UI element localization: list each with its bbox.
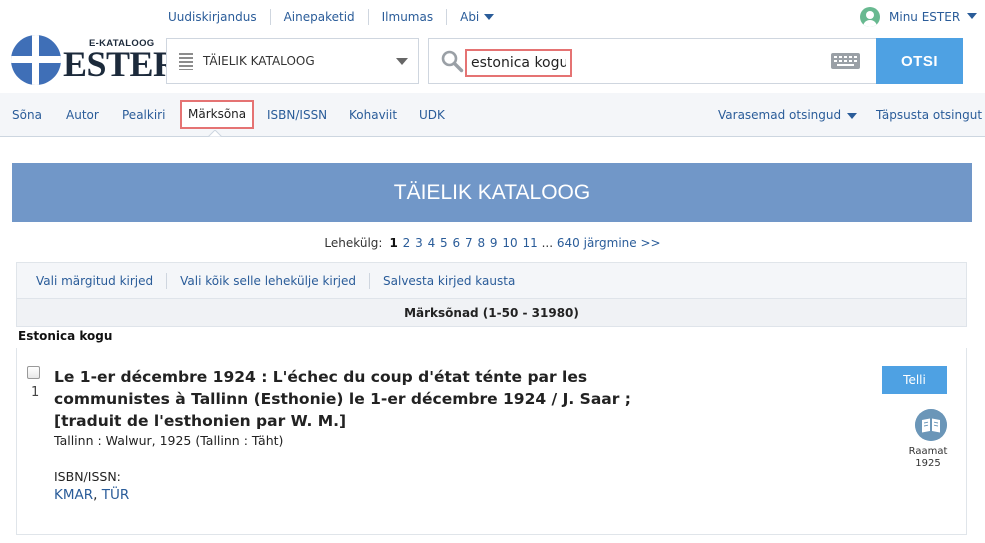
select-all-on-page-link[interactable]: Vali kõik selle lehekülje kirjed (167, 272, 371, 289)
page-link[interactable]: 2 (403, 236, 411, 250)
top-bar: Uudiskirjandus Ainepaketid Ilmumas Abi M… (0, 0, 985, 36)
chevron-down-icon (484, 13, 495, 20)
catalog-select[interactable]: TÄIELIK KATALOOG (166, 38, 419, 84)
user-menu[interactable]: Minu ESTER (860, 7, 978, 27)
previous-searches-dropdown[interactable]: Varasemad otsingud (718, 93, 858, 137)
current-page: 1 (389, 236, 398, 250)
page-link[interactable]: 8 (477, 236, 485, 250)
list-icon (179, 52, 193, 70)
nav-link-abi-label: Abi (460, 10, 480, 24)
results-header: Märksõnad (1-50 - 31980) (16, 298, 967, 327)
search-box (428, 38, 877, 84)
page-link[interactable]: 3 (415, 236, 423, 250)
select-marked-records-link[interactable]: Vali märgitud kirjed (17, 272, 168, 289)
previous-searches-label: Varasemad otsingud (718, 108, 842, 122)
logo-cross-icon (11, 35, 61, 85)
record-holdings: KMAR, TÜR (54, 487, 130, 503)
record-number: 1 (31, 385, 40, 400)
chevron-down-icon (396, 57, 408, 65)
pagination-ellipsis: ... (541, 236, 554, 250)
nav-link-abi[interactable]: Abi (447, 9, 507, 25)
search-type-tabs: Sõna Autor Pealkiri Märksõna ISBN/ISSN K… (0, 93, 985, 137)
keyboard-icon[interactable] (831, 53, 860, 69)
record-type-label: Raamat (908, 446, 948, 457)
chevron-down-icon (847, 112, 858, 119)
search-input[interactable] (465, 49, 572, 77)
record-checkbox[interactable] (27, 366, 40, 379)
page-link[interactable]: 5 (440, 236, 448, 250)
active-tab-pointer (208, 130, 222, 138)
refine-search-link[interactable]: Täpsusta otsingut (876, 93, 982, 137)
tab-sona[interactable]: Sõna (12, 93, 42, 137)
next-page-link[interactable]: järgmine >> (584, 236, 661, 250)
page-link[interactable]: 4 (428, 236, 436, 250)
page-link[interactable]: 10 (502, 236, 517, 250)
search-button[interactable]: OTSI (876, 38, 963, 84)
tab-udk[interactable]: UDK (419, 93, 445, 137)
tab-kohaviit[interactable]: Kohaviit (349, 93, 397, 137)
record-year: 1925 (915, 458, 941, 469)
record-isbn-label: ISBN/ISSN: (54, 469, 121, 484)
page-link[interactable]: 11 (522, 236, 537, 250)
tab-pealkiri[interactable]: Pealkiri (122, 93, 165, 137)
record-actions-bar: Vali märgitud kirjed Vali kõik selle leh… (16, 262, 967, 299)
book-icon (915, 409, 947, 441)
tab-autor[interactable]: Autor (66, 93, 99, 137)
catalog-banner: TÄIELIK KATALOOG (12, 163, 972, 222)
page-link[interactable]: 9 (490, 236, 498, 250)
record-type: Raamat 1925 (897, 446, 959, 470)
user-icon (860, 7, 880, 27)
holding-link-kmar[interactable]: KMAR (54, 487, 93, 503)
nav-link-ilmumas[interactable]: Ilmumas (369, 9, 448, 25)
save-records-to-folder-link[interactable]: Salvesta kirjed kausta (370, 273, 528, 289)
nav-link-ainepaketid[interactable]: Ainepaketid (271, 9, 369, 25)
order-button[interactable]: Telli (882, 366, 947, 394)
search-icon (441, 50, 464, 73)
result-group-title: Estonica kogu (18, 329, 113, 343)
chevron-down-icon (967, 13, 978, 19)
catalog-select-value: TÄIELIK KATALOOG (203, 54, 315, 68)
tab-marksona[interactable]: Märksõna (180, 100, 255, 129)
ester-logo[interactable]: E-KATALOOG ESTER (11, 35, 179, 85)
user-menu-label: Minu ESTER (889, 10, 961, 24)
holding-link-tur[interactable]: TÜR (102, 487, 130, 503)
page-link[interactable]: 7 (465, 236, 473, 250)
top-nav: Uudiskirjandus Ainepaketid Ilmumas Abi (166, 9, 507, 25)
page-link[interactable]: 6 (453, 236, 461, 250)
pagination: Lehekülg: 1 2 3 4 5 6 7 8 9 10 11 ... 640… (0, 236, 985, 250)
logo-title: ESTER (63, 44, 179, 84)
result-record: 1 Le 1-er décembre 1924 : L'échec du cou… (16, 348, 967, 535)
record-title[interactable]: Le 1-er décembre 1924 : L'échec du coup … (54, 366, 679, 432)
tab-isbn-issn[interactable]: ISBN/ISSN (267, 93, 327, 137)
last-page-link[interactable]: 640 (557, 236, 580, 250)
nav-link-uudiskirjandus[interactable]: Uudiskirjandus (166, 9, 271, 25)
pagination-label: Lehekülg: (324, 236, 383, 250)
record-publication: Tallinn : Walwur, 1925 (Tallinn : Täht) (54, 433, 284, 448)
